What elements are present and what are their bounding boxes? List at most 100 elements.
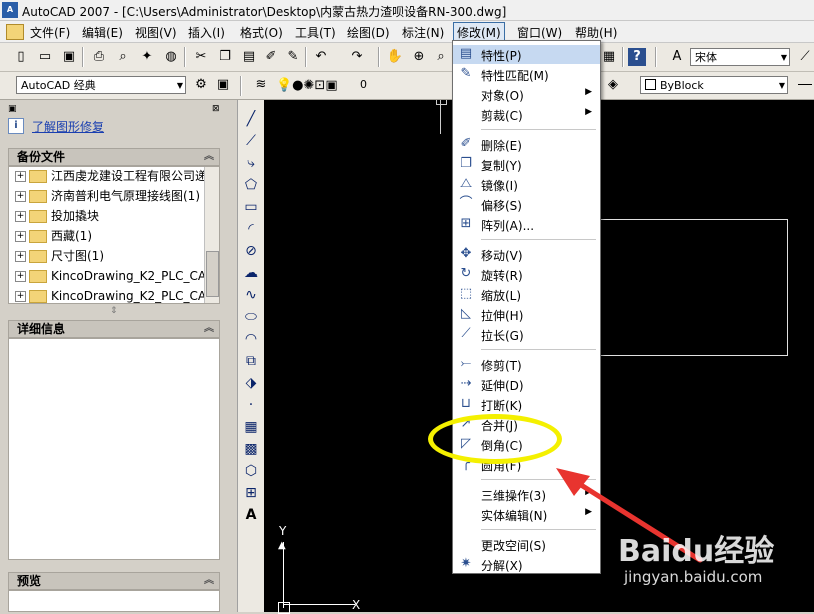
backup-files-header[interactable]: 备份文件 ︽ [8,148,220,166]
redo-icon[interactable]: ↷ [348,48,366,66]
expand-icon[interactable]: + [15,171,26,182]
menu-doc-icon[interactable] [6,24,24,40]
polygon-icon[interactable]: ⬠ [241,176,261,194]
backup-item[interactable]: + KincoDrawing_K2_PLC_CAD [15,287,205,303]
help-icon[interactable]: ? [628,48,646,66]
menu-format[interactable]: 格式(O) [240,24,283,41]
expand-icon[interactable]: + [15,211,26,222]
undo-icon[interactable]: ↶ [312,48,330,66]
menu-item[interactable]: ✥ 移动(V) [453,245,600,264]
menu-file[interactable]: 文件(F) [30,24,70,41]
scrollbar-thumb[interactable] [206,251,219,297]
rectangle-icon[interactable]: ▭ [241,198,261,216]
workspace-save-icon[interactable]: ▣ [214,76,232,94]
revision-cloud-icon[interactable]: ☁ [241,264,261,282]
linetype-preview[interactable] [798,84,812,85]
gradient-icon[interactable]: ▩ [241,440,261,458]
copy-clip-icon[interactable]: ❐ [216,48,234,66]
print-icon[interactable]: ⎙ [90,48,108,66]
menu-item[interactable]: ✐ 删除(E) [453,135,600,154]
spline-icon[interactable]: ∿ [241,286,261,304]
menu-item[interactable]: ▤ 特性(P) [453,45,600,64]
menu-dimension[interactable]: 标注(N) [402,24,444,41]
backup-item[interactable]: + 江西虔龙建设工程有限公司递 [15,167,205,185]
menu-view[interactable]: 视图(V) [135,24,177,41]
zoom-realtime-icon[interactable]: ⊕ [410,48,428,66]
menu-item[interactable]: 对象(O) ▶ [453,85,600,104]
menu-window[interactable]: 窗口(W) [517,24,562,41]
backup-item[interactable]: + 尺寸图(1) [15,247,205,265]
calculator-icon[interactable]: ▦ [600,48,618,66]
menu-item[interactable]: ⧍ 镜像(I) [453,175,600,194]
make-block-icon[interactable]: ⬗ [241,374,261,392]
menu-item[interactable]: ⤚ 修剪(T) [453,355,600,374]
color-combo[interactable]: ByBlock ▼ [640,76,788,94]
open-icon[interactable]: ▭ [36,48,54,66]
menu-item[interactable]: ◺ 拉伸(H) [453,305,600,324]
table-icon[interactable]: ⊞ [241,484,261,502]
menu-edit[interactable]: 编辑(E) [82,24,123,41]
zoom-window-icon[interactable]: ⌕ [432,48,450,66]
menu-item[interactable]: ⟋ 拉长(G) [453,325,600,344]
backup-item[interactable]: + 投加撬块 [15,207,205,225]
insert-block-icon[interactable]: ⧉ [241,352,261,370]
save-icon[interactable]: ▣ [60,48,78,66]
backup-scrollbar[interactable] [204,167,219,303]
point-icon[interactable]: · [241,396,261,414]
font-style-combo[interactable]: 宋体 ▼ [690,48,790,66]
menu-item[interactable]: ⊞ 阵列(A)... [453,215,600,234]
layer-previous-icon[interactable]: ◈ [604,76,622,94]
workspace-settings-icon[interactable]: ⚙ [192,76,210,94]
workspace-combo[interactable]: AutoCAD 经典 ▼ [16,76,186,94]
menu-item[interactable]: ⬚ 缩放(L) [453,285,600,304]
menu-item[interactable]: ⇢ 延伸(D) [453,375,600,394]
backup-item[interactable]: + KincoDrawing_K2_PLC_CAD [15,267,205,285]
preview-header[interactable]: 预览 ︽ [8,572,220,590]
match-prop-icon[interactable]: ✐ [262,48,280,66]
multiline-text-icon[interactable]: A [241,506,261,524]
menu-draw[interactable]: 绘图(D) [347,24,390,41]
web-icon[interactable]: ◍ [162,48,180,66]
expand-icon[interactable]: + [15,271,26,282]
expand-icon[interactable]: + [15,251,26,262]
menu-item[interactable]: ⌒ 偏移(S) [453,195,600,214]
dim-style-icon[interactable]: ⟋ [796,48,814,66]
layer-state-icons[interactable]: 💡●✺⊡▣ [276,78,338,93]
drawing-rectangle[interactable] [598,219,788,356]
pan-icon[interactable]: ✋ [386,48,404,66]
menu-item[interactable]: 剪裁(C) ▶ [453,105,600,124]
menu-item[interactable]: ✎ 特性匹配(M) [453,65,600,84]
panel-grip-icon[interactable]: ▣ [8,104,17,114]
backup-item[interactable]: + 西藏(1) [15,227,205,245]
details-header[interactable]: 详细信息 ︽ [8,320,220,338]
autocad-app-icon[interactable]: A [2,2,18,18]
line-icon[interactable]: ╱ [241,110,261,128]
region-icon[interactable]: ⬡ [241,462,261,480]
expand-icon[interactable]: + [15,191,26,202]
cut-icon[interactable]: ✂ [192,48,210,66]
menu-item[interactable]: ❐ 复制(Y) [453,155,600,174]
paste-icon[interactable]: ▤ [240,48,258,66]
menu-item[interactable]: ↻ 旋转(R) [453,265,600,284]
publish-icon[interactable]: ✦ [138,48,156,66]
menu-insert[interactable]: 插入(I) [188,24,225,41]
brush-icon[interactable]: ✎ [284,48,302,66]
new-icon[interactable]: ▯ [12,48,30,66]
hatch-icon[interactable]: ▦ [241,418,261,436]
text-style-icon[interactable]: A [668,48,686,66]
close-icon[interactable]: ⊠ [212,104,220,114]
expand-icon[interactable]: + [15,231,26,242]
ellipse-arc-icon[interactable]: ◠ [241,330,261,348]
expand-icon[interactable]: + [15,291,26,302]
backup-item[interactable]: + 济南普利电气原理接线图(1) [15,187,205,205]
menu-tools[interactable]: 工具(T) [295,24,336,41]
menu-help[interactable]: 帮助(H) [575,24,617,41]
arc-icon[interactable]: ◜ [241,220,261,238]
circle-icon[interactable]: ⊘ [241,242,261,260]
learn-recovery-link[interactable]: 了解图形修复 [32,118,104,135]
layer-manager-icon[interactable]: ≋ [252,76,270,94]
splitter-grip-icon[interactable]: ⇕ [110,306,118,316]
construction-line-icon[interactable]: ⟋ [241,132,261,150]
menu-item[interactable]: ⊔ 打断(K) [453,395,600,414]
polyline-icon[interactable]: ⤷ [241,154,261,172]
